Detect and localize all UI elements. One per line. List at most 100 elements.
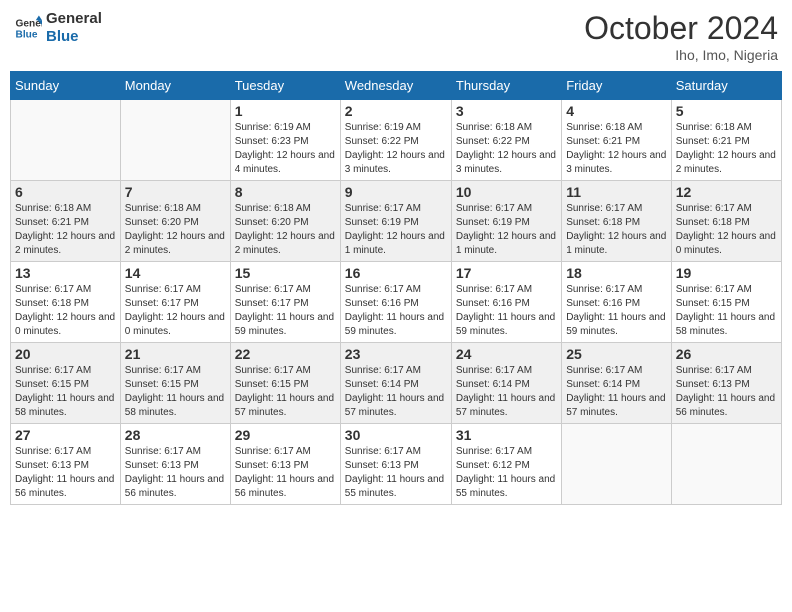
day-number: 22: [235, 346, 336, 362]
day-info: Sunrise: 6:17 AM Sunset: 6:13 PM Dayligh…: [676, 364, 777, 420]
day-info: Sunrise: 6:18 AM Sunset: 6:21 PM Dayligh…: [15, 202, 116, 258]
calendar-cell: 27 Sunrise: 6:17 AM Sunset: 6:13 PM Dayli…: [11, 424, 121, 505]
calendar-cell: 6 Sunrise: 6:18 AM Sunset: 6:21 PM Daylig…: [11, 181, 121, 262]
calendar-cell: 5Sunrise: 6:18 AM Sunset: 6:21 PM Daylig…: [671, 100, 781, 181]
day-number: 19: [676, 265, 777, 281]
day-info: Sunrise: 6:18 AM Sunset: 6:22 PM Dayligh…: [456, 121, 557, 177]
logo-general: General: [46, 10, 102, 28]
calendar-cell: 13Sunrise: 6:17 AM Sunset: 6:18 PM Dayli…: [11, 262, 121, 343]
day-info: Sunrise: 6:17 AM Sunset: 6:16 PM Dayligh…: [566, 283, 667, 339]
calendar-week-row: 13Sunrise: 6:17 AM Sunset: 6:18 PM Dayli…: [11, 262, 782, 343]
calendar-cell: 3 Sunrise: 6:18 AM Sunset: 6:22 PM Daylig…: [451, 100, 561, 181]
day-info: Sunrise: 6:17 AM Sunset: 6:19 PM Dayligh…: [456, 202, 557, 258]
day-info: Sunrise: 6:18 AM Sunset: 6:21 PM Dayligh…: [566, 121, 667, 177]
day-number: 1: [235, 103, 336, 119]
calendar-cell: 17 Sunrise: 6:17 AM Sunset: 6:16 PM Dayli…: [451, 262, 561, 343]
day-info: Sunrise: 6:17 AM Sunset: 6:14 PM Dayligh…: [345, 364, 447, 420]
page-header: General Blue General Blue October 2024 I…: [10, 10, 782, 63]
calendar-cell: [671, 424, 781, 505]
calendar-week-row: 1 Sunrise: 6:19 AM Sunset: 6:23 PM Daylig…: [11, 100, 782, 181]
day-number: 2: [345, 103, 447, 119]
calendar-cell: 30 Sunrise: 6:17 AM Sunset: 6:13 PM Dayli…: [340, 424, 451, 505]
day-info: Sunrise: 6:17 AM Sunset: 6:15 PM Dayligh…: [125, 364, 226, 420]
logo-blue: Blue: [46, 28, 102, 46]
calendar-cell: 22 Sunrise: 6:17 AM Sunset: 6:15 PM Dayli…: [230, 343, 340, 424]
day-info: Sunrise: 6:19 AM Sunset: 6:23 PM Dayligh…: [235, 121, 336, 177]
day-number: 31: [456, 427, 557, 443]
day-of-week-header: Sunday: [11, 72, 121, 100]
day-number: 25: [566, 346, 667, 362]
day-number: 24: [456, 346, 557, 362]
day-number: 29: [235, 427, 336, 443]
day-of-week-header: Friday: [562, 72, 672, 100]
calendar-cell: 20 Sunrise: 6:17 AM Sunset: 6:15 PM Dayli…: [11, 343, 121, 424]
day-number: 27: [15, 427, 116, 443]
day-info: Sunrise: 6:17 AM Sunset: 6:12 PM Dayligh…: [456, 445, 557, 501]
calendar-cell: 8 Sunrise: 6:18 AM Sunset: 6:20 PM Daylig…: [230, 181, 340, 262]
calendar-cell: 28Sunrise: 6:17 AM Sunset: 6:13 PM Dayli…: [120, 424, 230, 505]
day-info: Sunrise: 6:17 AM Sunset: 6:15 PM Dayligh…: [15, 364, 116, 420]
day-info: Sunrise: 6:18 AM Sunset: 6:20 PM Dayligh…: [235, 202, 336, 258]
calendar-cell: 15 Sunrise: 6:17 AM Sunset: 6:17 PM Dayli…: [230, 262, 340, 343]
calendar-cell: 7Sunrise: 6:18 AM Sunset: 6:20 PM Daylig…: [120, 181, 230, 262]
day-info: Sunrise: 6:17 AM Sunset: 6:13 PM Dayligh…: [235, 445, 336, 501]
day-info: Sunrise: 6:17 AM Sunset: 6:18 PM Dayligh…: [566, 202, 667, 258]
day-info: Sunrise: 6:19 AM Sunset: 6:22 PM Dayligh…: [345, 121, 447, 177]
month-title: October 2024: [584, 10, 778, 47]
day-info: Sunrise: 6:17 AM Sunset: 6:16 PM Dayligh…: [456, 283, 557, 339]
day-number: 5: [676, 103, 777, 119]
calendar-header-row: SundayMondayTuesdayWednesdayThursdayFrid…: [11, 72, 782, 100]
calendar-week-row: 6 Sunrise: 6:18 AM Sunset: 6:21 PM Daylig…: [11, 181, 782, 262]
calendar-cell: 25 Sunrise: 6:17 AM Sunset: 6:14 PM Dayli…: [562, 343, 672, 424]
day-number: 4: [566, 103, 667, 119]
day-info: Sunrise: 6:17 AM Sunset: 6:15 PM Dayligh…: [676, 283, 777, 339]
day-info: Sunrise: 6:17 AM Sunset: 6:17 PM Dayligh…: [235, 283, 336, 339]
title-area: October 2024 Iho, Imo, Nigeria: [584, 10, 778, 63]
day-of-week-header: Saturday: [671, 72, 781, 100]
calendar-cell: 24 Sunrise: 6:17 AM Sunset: 6:14 PM Dayli…: [451, 343, 561, 424]
day-info: Sunrise: 6:17 AM Sunset: 6:14 PM Dayligh…: [566, 364, 667, 420]
calendar-week-row: 27 Sunrise: 6:17 AM Sunset: 6:13 PM Dayli…: [11, 424, 782, 505]
day-number: 14: [125, 265, 226, 281]
day-number: 8: [235, 184, 336, 200]
day-number: 7: [125, 184, 226, 200]
day-number: 9: [345, 184, 447, 200]
calendar-table: SundayMondayTuesdayWednesdayThursdayFrid…: [10, 71, 782, 505]
day-number: 10: [456, 184, 557, 200]
day-info: Sunrise: 6:17 AM Sunset: 6:13 PM Dayligh…: [15, 445, 116, 501]
calendar-cell: [562, 424, 672, 505]
calendar-cell: [120, 100, 230, 181]
day-number: 17: [456, 265, 557, 281]
day-number: 20: [15, 346, 116, 362]
day-number: 30: [345, 427, 447, 443]
calendar-cell: 21Sunrise: 6:17 AM Sunset: 6:15 PM Dayli…: [120, 343, 230, 424]
day-number: 6: [15, 184, 116, 200]
day-number: 12: [676, 184, 777, 200]
logo-icon: General Blue: [14, 14, 42, 42]
calendar-cell: 12 Sunrise: 6:17 AM Sunset: 6:18 PM Dayli…: [671, 181, 781, 262]
day-info: Sunrise: 6:17 AM Sunset: 6:19 PM Dayligh…: [345, 202, 447, 258]
day-number: 15: [235, 265, 336, 281]
calendar-cell: 14Sunrise: 6:17 AM Sunset: 6:17 PM Dayli…: [120, 262, 230, 343]
calendar-cell: 1 Sunrise: 6:19 AM Sunset: 6:23 PM Daylig…: [230, 100, 340, 181]
calendar-cell: 11Sunrise: 6:17 AM Sunset: 6:18 PM Dayli…: [562, 181, 672, 262]
day-number: 23: [345, 346, 447, 362]
calendar-week-row: 20 Sunrise: 6:17 AM Sunset: 6:15 PM Dayli…: [11, 343, 782, 424]
day-number: 18: [566, 265, 667, 281]
calendar-cell: 23 Sunrise: 6:17 AM Sunset: 6:14 PM Dayli…: [340, 343, 451, 424]
day-number: 3: [456, 103, 557, 119]
day-info: Sunrise: 6:17 AM Sunset: 6:14 PM Dayligh…: [456, 364, 557, 420]
day-info: Sunrise: 6:17 AM Sunset: 6:15 PM Dayligh…: [235, 364, 336, 420]
calendar-cell: 2 Sunrise: 6:19 AM Sunset: 6:22 PM Daylig…: [340, 100, 451, 181]
day-number: 13: [15, 265, 116, 281]
day-number: 16: [345, 265, 447, 281]
calendar-cell: 26Sunrise: 6:17 AM Sunset: 6:13 PM Dayli…: [671, 343, 781, 424]
day-info: Sunrise: 6:17 AM Sunset: 6:13 PM Dayligh…: [345, 445, 447, 501]
day-of-week-header: Wednesday: [340, 72, 451, 100]
calendar-cell: 31 Sunrise: 6:17 AM Sunset: 6:12 PM Dayli…: [451, 424, 561, 505]
calendar-cell: 4 Sunrise: 6:18 AM Sunset: 6:21 PM Daylig…: [562, 100, 672, 181]
location-subtitle: Iho, Imo, Nigeria: [584, 47, 778, 63]
calendar-cell: 19 Sunrise: 6:17 AM Sunset: 6:15 PM Dayli…: [671, 262, 781, 343]
day-info: Sunrise: 6:17 AM Sunset: 6:18 PM Dayligh…: [676, 202, 777, 258]
day-of-week-header: Monday: [120, 72, 230, 100]
